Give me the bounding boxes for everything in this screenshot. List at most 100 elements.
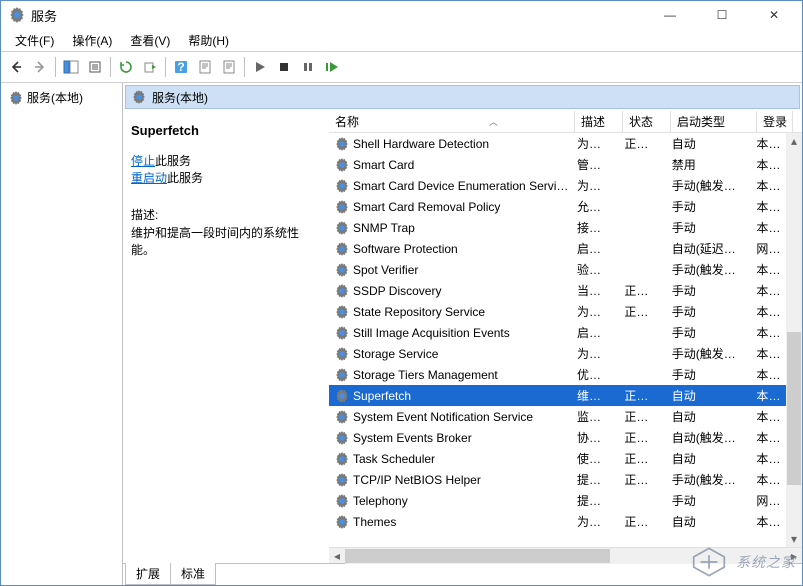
tab-standard[interactable]: 标准 bbox=[170, 563, 216, 585]
service-desc: 协调… bbox=[571, 428, 618, 447]
table-row[interactable]: Still Image Acquisition Events启动…手动本地 bbox=[329, 322, 786, 343]
table-row[interactable]: Storage Service为存…手动(触发…本地 bbox=[329, 343, 786, 364]
service-logon: 本地 bbox=[750, 260, 786, 279]
scroll-down-icon[interactable]: ▾ bbox=[786, 531, 802, 547]
service-logon: 本地 bbox=[750, 386, 786, 405]
content-header: 服务(本地) bbox=[125, 85, 800, 109]
service-status: 正在… bbox=[618, 134, 665, 153]
stop-service-button[interactable] bbox=[273, 56, 295, 78]
list-body[interactable]: Shell Hardware Detection为自…正在…自动本地Smart … bbox=[329, 133, 786, 547]
table-row[interactable]: Telephony提供…手动网络 bbox=[329, 490, 786, 511]
scroll-up-icon[interactable]: ▴ bbox=[786, 133, 802, 149]
table-row[interactable]: Smart Card Device Enumeration Servi…为给…手… bbox=[329, 175, 786, 196]
service-name: Shell Hardware Detection bbox=[353, 137, 489, 151]
show-hide-tree-button[interactable] bbox=[60, 56, 82, 78]
restart-link[interactable]: 重启动 bbox=[131, 171, 167, 185]
stop-link[interactable]: 停止 bbox=[131, 154, 155, 168]
table-row[interactable]: Shell Hardware Detection为自…正在…自动本地 bbox=[329, 133, 786, 154]
start-service-button[interactable] bbox=[249, 56, 271, 78]
service-desc: 为应… bbox=[571, 302, 618, 321]
menu-action[interactable]: 操作(A) bbox=[64, 30, 120, 51]
scroll-right-icon[interactable]: ▸ bbox=[786, 548, 802, 564]
properties-2-button[interactable] bbox=[218, 56, 240, 78]
column-start-type[interactable]: 启动类型 bbox=[671, 111, 757, 132]
column-status[interactable]: 状态 bbox=[623, 111, 671, 132]
service-status bbox=[618, 206, 665, 208]
properties-button[interactable] bbox=[194, 56, 216, 78]
service-start-type: 手动(触发… bbox=[666, 260, 751, 279]
selected-service-name: Superfetch bbox=[131, 123, 321, 138]
service-desc: 接收… bbox=[571, 218, 618, 237]
service-logon: 网络 bbox=[750, 491, 786, 510]
minimize-button[interactable]: — bbox=[650, 3, 690, 27]
table-row[interactable]: System Events Broker协调…正在…自动(触发…本地 bbox=[329, 427, 786, 448]
tab-extended[interactable]: 扩展 bbox=[125, 563, 171, 585]
service-start-type: 手动 bbox=[666, 197, 751, 216]
vertical-scrollbar[interactable]: ▴ ▾ bbox=[786, 133, 802, 547]
service-status: 正在… bbox=[618, 449, 665, 468]
service-status bbox=[618, 332, 665, 334]
scroll-thumb[interactable] bbox=[345, 549, 610, 563]
menu-file[interactable]: 文件(F) bbox=[7, 30, 62, 51]
service-status: 正在… bbox=[618, 302, 665, 321]
service-desc: 为给… bbox=[571, 176, 618, 195]
service-start-type: 禁用 bbox=[666, 155, 751, 174]
table-row[interactable]: SSDP Discovery当发…正在…手动本地 bbox=[329, 280, 786, 301]
service-start-type: 自动 bbox=[666, 407, 751, 426]
scroll-thumb[interactable] bbox=[787, 332, 801, 485]
service-name: TCP/IP NetBIOS Helper bbox=[353, 473, 481, 487]
scroll-left-icon[interactable]: ◂ bbox=[329, 548, 345, 564]
service-desc: 为自… bbox=[571, 134, 618, 153]
service-start-type: 手动 bbox=[666, 218, 751, 237]
table-row[interactable]: Smart Card Removal Policy允许…手动本地 bbox=[329, 196, 786, 217]
description-label: 描述: bbox=[131, 206, 321, 223]
service-status bbox=[618, 227, 665, 229]
table-row[interactable]: Smart Card管理…禁用本地 bbox=[329, 154, 786, 175]
service-icon bbox=[335, 389, 349, 403]
table-row[interactable]: Themes为用…正在…自动本地 bbox=[329, 511, 786, 532]
column-name[interactable]: 名称︿ bbox=[329, 111, 575, 132]
export-button[interactable] bbox=[139, 56, 161, 78]
column-logon[interactable]: 登录 bbox=[757, 111, 793, 132]
service-desc: 为用… bbox=[571, 512, 618, 531]
service-icon bbox=[335, 179, 349, 193]
service-start-type: 手动 bbox=[666, 491, 751, 510]
service-name: Still Image Acquisition Events bbox=[353, 326, 510, 340]
description-text: 维护和提高一段时间内的系统性能。 bbox=[131, 224, 321, 258]
table-row[interactable]: Task Scheduler使用…正在…自动本地 bbox=[329, 448, 786, 469]
maximize-button[interactable]: ☐ bbox=[702, 3, 742, 27]
service-start-type: 自动 bbox=[666, 449, 751, 468]
service-start-type: 手动 bbox=[666, 281, 751, 300]
service-desc: 当发… bbox=[571, 281, 618, 300]
list-header: 名称︿ 描述 状态 启动类型 登录 bbox=[329, 111, 802, 133]
column-desc[interactable]: 描述 bbox=[575, 111, 623, 132]
sidebar-root-node[interactable]: 服务(本地) bbox=[5, 87, 118, 108]
service-start-type: 自动 bbox=[666, 512, 751, 531]
toolbar: ? bbox=[1, 51, 802, 83]
pause-service-button[interactable] bbox=[297, 56, 319, 78]
table-row[interactable]: State Repository Service为应…正在…手动本地 bbox=[329, 301, 786, 322]
detail-panel: Superfetch 停止此服务 重启动此服务 描述: 维护和提高一段时间内的系… bbox=[123, 111, 329, 563]
table-row[interactable]: System Event Notification Service监视…正在…自… bbox=[329, 406, 786, 427]
help-button[interactable]: ? bbox=[170, 56, 192, 78]
nav-back-button[interactable] bbox=[5, 56, 27, 78]
service-name: System Events Broker bbox=[353, 431, 472, 445]
table-row[interactable]: TCP/IP NetBIOS Helper提供…正在…手动(触发…本地 bbox=[329, 469, 786, 490]
table-row[interactable]: Storage Tiers Management优化…手动本地 bbox=[329, 364, 786, 385]
menu-view[interactable]: 查看(V) bbox=[122, 30, 178, 51]
close-button[interactable]: ✕ bbox=[754, 3, 794, 27]
service-status: 正在… bbox=[618, 470, 665, 489]
horizontal-scrollbar[interactable]: ◂ ▸ bbox=[329, 547, 802, 563]
table-row[interactable]: SNMP Trap接收…手动本地 bbox=[329, 217, 786, 238]
table-row[interactable]: Spot Verifier验证…手动(触发…本地 bbox=[329, 259, 786, 280]
services-icon bbox=[132, 90, 146, 104]
table-row[interactable]: Superfetch维护…正在…自动本地 bbox=[329, 385, 786, 406]
service-icon bbox=[335, 137, 349, 151]
restart-service-button[interactable] bbox=[321, 56, 343, 78]
export-list-button[interactable] bbox=[84, 56, 106, 78]
menu-help[interactable]: 帮助(H) bbox=[180, 30, 237, 51]
table-row[interactable]: Software Protection启用…自动(延迟…网络 bbox=[329, 238, 786, 259]
refresh-button[interactable] bbox=[115, 56, 137, 78]
service-name: SSDP Discovery bbox=[353, 284, 441, 298]
nav-forward-button[interactable] bbox=[29, 56, 51, 78]
